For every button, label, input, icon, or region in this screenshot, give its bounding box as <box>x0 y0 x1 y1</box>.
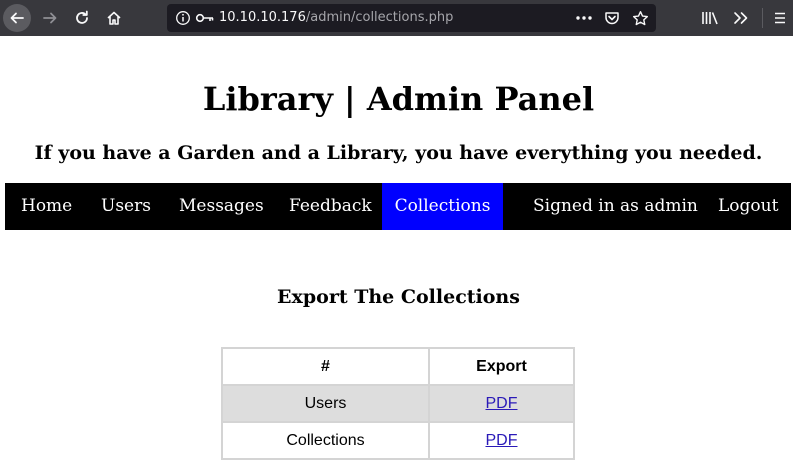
page-title: Library | Admin Panel <box>202 80 595 118</box>
nav-users-link[interactable]: Users <box>101 183 151 230</box>
url-host: 10.10.10.176 <box>219 10 306 25</box>
home-icon[interactable] <box>100 4 128 32</box>
nav-messages-link[interactable]: Messages <box>179 183 264 230</box>
toolbar-separator <box>762 8 763 28</box>
row-name-cell: Users <box>221 384 430 423</box>
double-chevron-icon[interactable] <box>727 4 755 32</box>
export-table: # Export Users PDF Collections PDF <box>221 347 575 460</box>
url-path: /admin/collections.php <box>305 10 454 25</box>
info-icon[interactable] <box>175 10 191 26</box>
reload-icon[interactable] <box>68 4 96 32</box>
main-navbar: Home Users Messages Feedback Collections… <box>5 183 791 230</box>
signed-in-status: Signed in as admin <box>533 196 698 216</box>
row-export-cell: PDF <box>428 384 575 423</box>
browser-toolbar: 10.10.10.176/admin/collections.php <box>0 0 793 36</box>
table-row: Users PDF <box>221 384 575 423</box>
table-row: Collections PDF <box>221 421 575 460</box>
more-dots-icon[interactable] <box>573 8 595 28</box>
logout-link[interactable]: Logout <box>718 183 778 230</box>
library-icon[interactable] <box>696 4 724 32</box>
page-content: Library | Admin Panel If you have a Gard… <box>0 58 793 469</box>
star-icon[interactable] <box>629 8 651 28</box>
url-text[interactable]: 10.10.10.176/admin/collections.php <box>219 10 453 25</box>
column-header-number: # <box>221 347 430 386</box>
export-collections-pdf-link[interactable]: PDF <box>486 432 518 449</box>
forward-arrow-icon[interactable] <box>36 4 64 32</box>
nav-home-link[interactable]: Home <box>21 183 72 230</box>
nav-collections-link[interactable]: Collections <box>382 183 503 230</box>
section-heading: Export The Collections <box>277 286 520 308</box>
table-header-row: # Export <box>221 347 575 386</box>
row-export-cell: PDF <box>428 421 575 460</box>
nav-feedback-link[interactable]: Feedback <box>289 183 372 230</box>
url-bar[interactable]: 10.10.10.176/admin/collections.php <box>167 4 656 32</box>
hamburger-menu-icon[interactable] <box>766 4 793 32</box>
row-name-cell: Collections <box>221 421 430 460</box>
page-tagline: If you have a Garden and a Library, you … <box>34 142 763 164</box>
column-header-export: Export <box>428 347 575 386</box>
key-icon[interactable] <box>195 10 215 26</box>
pocket-icon[interactable] <box>601 8 623 28</box>
export-users-pdf-link[interactable]: PDF <box>486 395 518 412</box>
back-arrow-icon[interactable] <box>3 4 31 32</box>
